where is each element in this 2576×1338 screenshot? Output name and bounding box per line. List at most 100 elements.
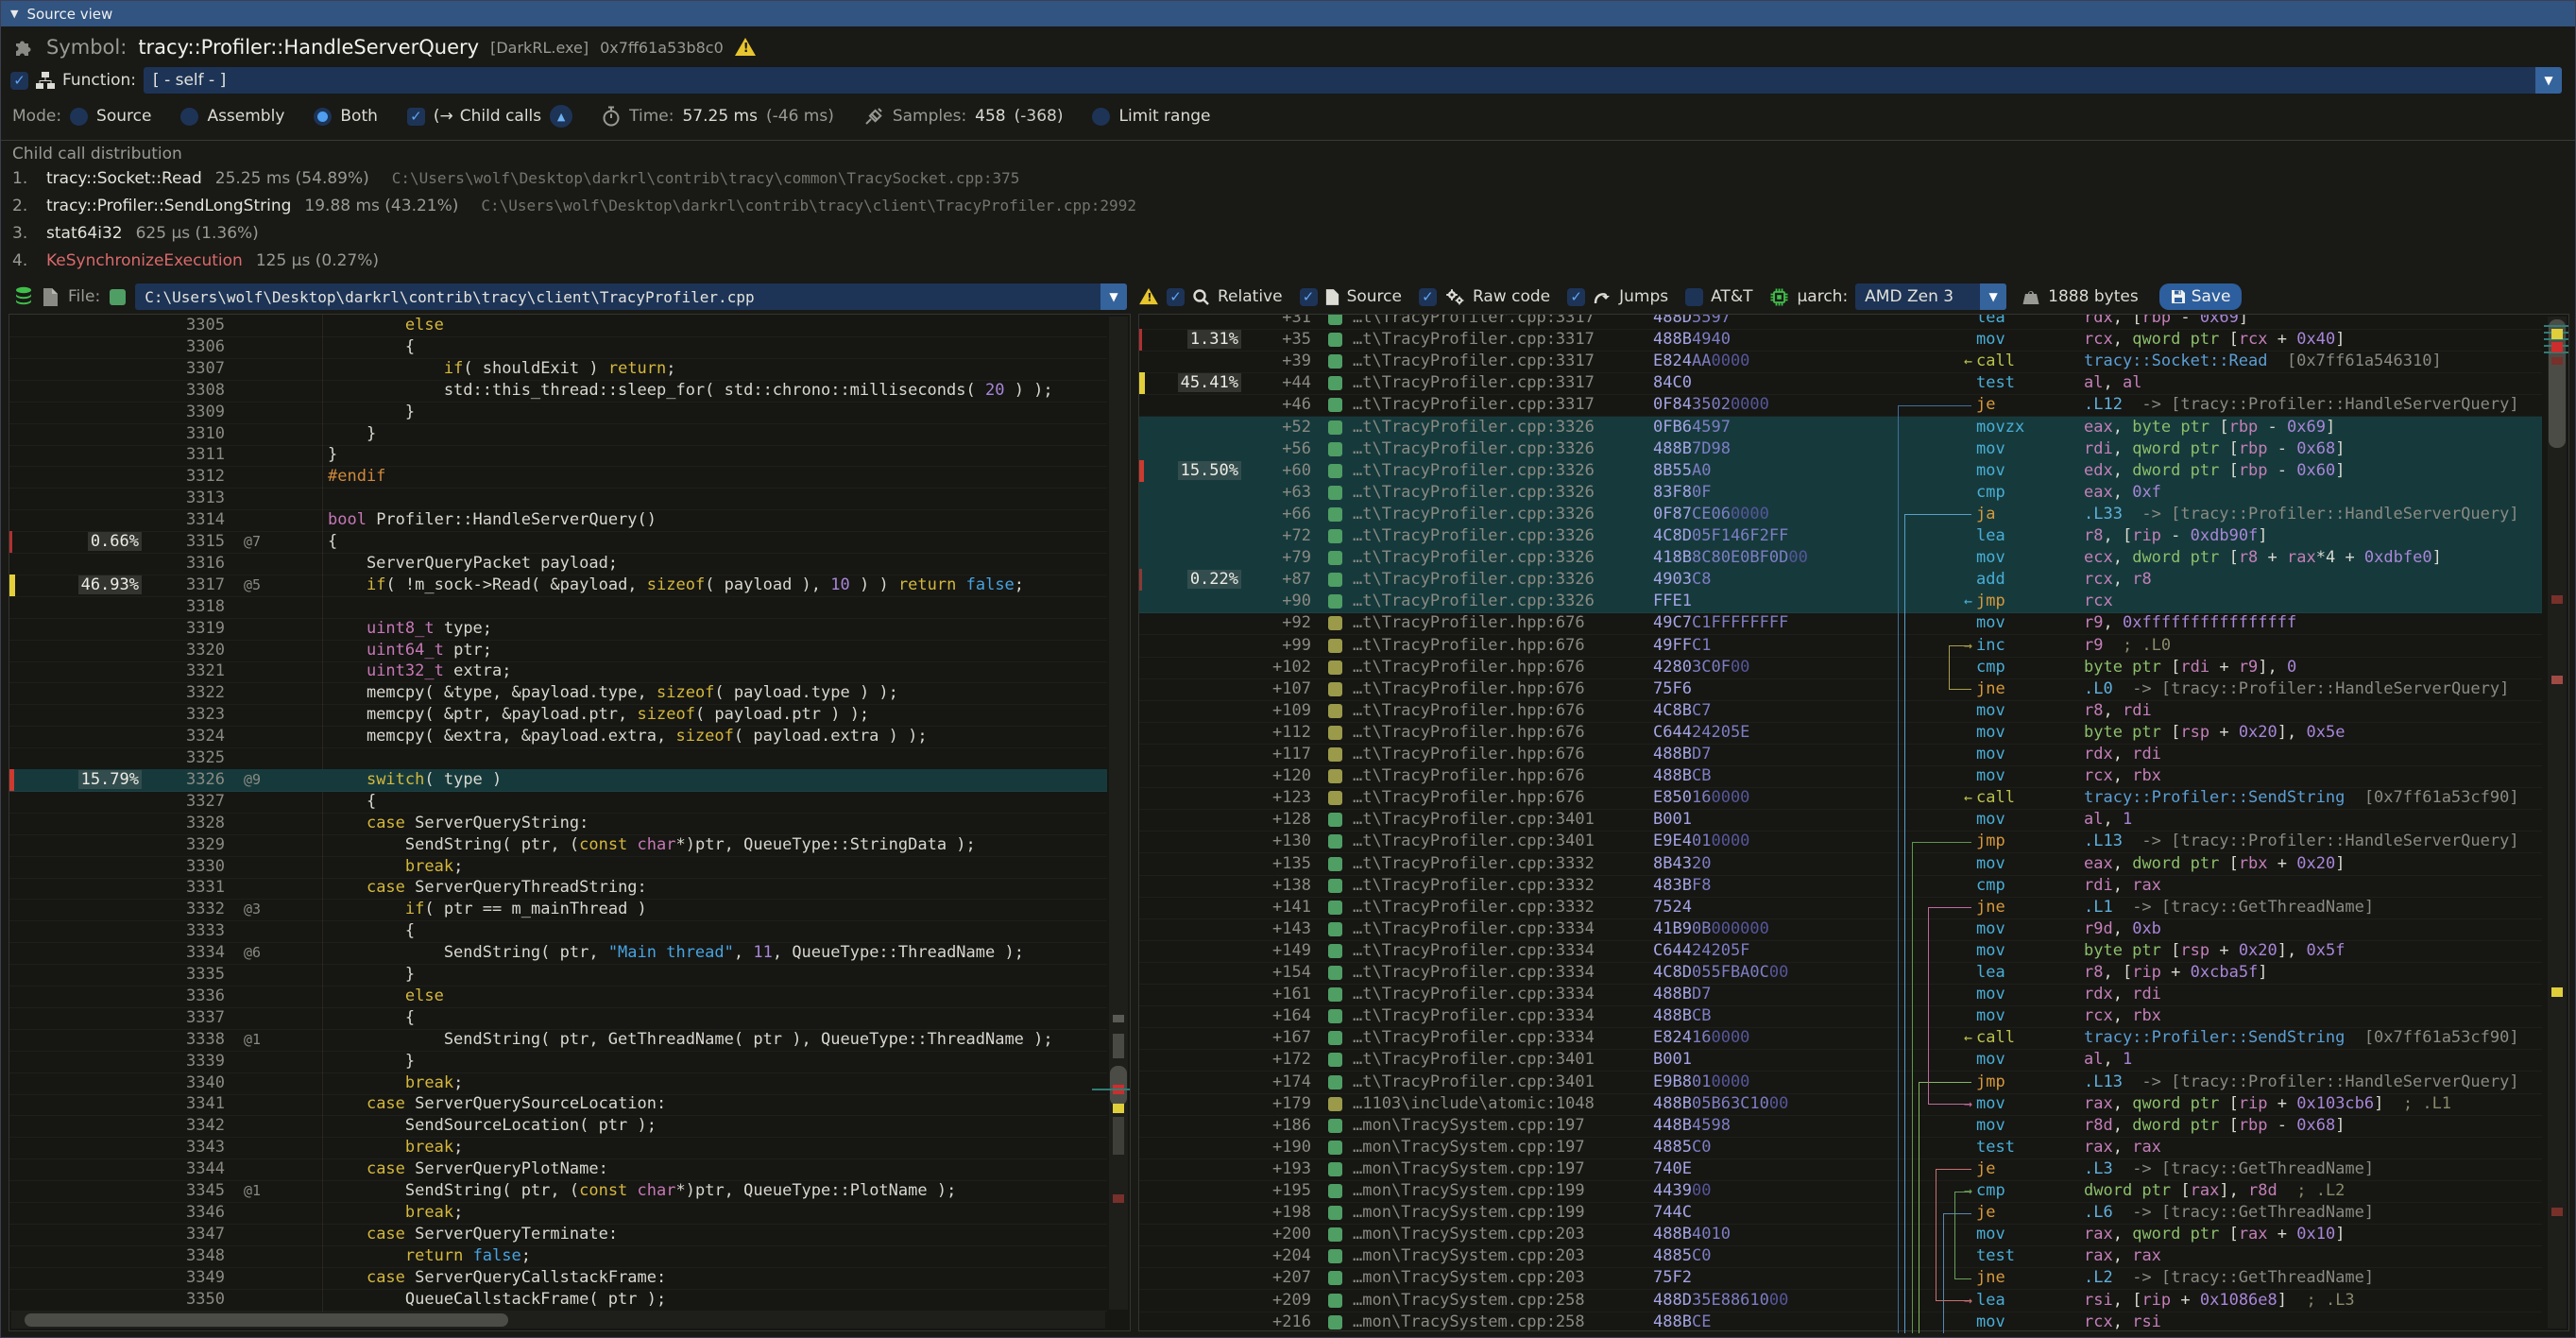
source-line-3333[interactable]: 3333 { [9, 920, 1107, 943]
asm-row-+149[interactable]: +149…t\TracyProfiler.cpp:3334C64424205Fm… [1139, 940, 2542, 963]
asm-source-location[interactable]: …t\TracyProfiler.hpp:676 [1353, 612, 1585, 633]
collapse-child-calls-button[interactable]: ▲ [550, 105, 572, 128]
asm-row-+63[interactable]: +63…t\TracyProfiler.cpp:332683F80Fcmpeax… [1139, 482, 2542, 505]
source-line-3340[interactable]: 3340 break; [9, 1072, 1107, 1095]
asm-source-location[interactable]: …t\TracyProfiler.cpp:3332 [1353, 853, 1595, 874]
asm-row-+207[interactable]: +207…mon\TracySystem.cpp:20375F2jne.L2 -… [1139, 1267, 2542, 1290]
asm-row-+35[interactable]: 1.31%+35…t\TracyProfiler.cpp:3317488B494… [1139, 329, 2542, 352]
asm-row-+200[interactable]: +200…mon\TracySystem.cpp:203488B4010movr… [1139, 1224, 2542, 1246]
asm-row-+135[interactable]: +135…t\TracyProfiler.cpp:33328B4320movea… [1139, 853, 2542, 876]
asm-source-location[interactable]: …mon\TracySystem.cpp:203 [1353, 1245, 1585, 1266]
asm-row-+56[interactable]: +56…t\TracyProfiler.cpp:3326488B7D98movr… [1139, 438, 2542, 461]
asm-row-+52[interactable]: +52…t\TracyProfiler.cpp:33260FB64597movz… [1139, 417, 2542, 439]
asm-source-location[interactable]: …t\TracyProfiler.cpp:3326 [1353, 482, 1595, 503]
asm-row-+193[interactable]: +193…mon\TracySystem.cpp:197740Eje.L3 ->… [1139, 1158, 2542, 1181]
asm-source-location[interactable]: …t\TracyProfiler.cpp:3317 [1353, 372, 1595, 393]
limit-range-label[interactable]: Limit range [1118, 107, 1210, 126]
asm-row-+102[interactable]: +102…t\TracyProfiler.hpp:67642803C0F00cm… [1139, 657, 2542, 679]
source-line-3322[interactable]: 3322 memcpy( &type, &payload.type, sizeo… [9, 682, 1107, 705]
source-checkbox[interactable]: ✓ [1300, 288, 1318, 306]
function-combo[interactable]: [ - self - ] ▼ [144, 67, 2562, 94]
child-call-item[interactable]: 2.tracy::Profiler::SendLongString19.88 m… [12, 197, 2566, 224]
asm-source-location[interactable]: …t\TracyProfiler.cpp:3334 [1353, 1005, 1595, 1026]
source-line-3324[interactable]: 3324 memcpy( &extra, &payload.extra, siz… [9, 726, 1107, 748]
source-line-3337[interactable]: 3337 { [9, 1007, 1107, 1030]
asm-row-+39[interactable]: +39…t\TracyProfiler.cpp:3317E824AA0000←c… [1139, 351, 2542, 373]
asm-row-+107[interactable]: +107…t\TracyProfiler.hpp:67675F6jne.L0 -… [1139, 678, 2542, 701]
source-line-3338[interactable]: 3338@1 SendString( ptr, GetThreadName( p… [9, 1029, 1107, 1052]
source-line-3330[interactable]: 3330 break; [9, 856, 1107, 879]
assembly-view[interactable]: +31…t\TracyProfiler.cpp:3317488D5597lear… [1138, 314, 2569, 1331]
raw-code-checkbox[interactable]: ✓ [1419, 288, 1437, 306]
function-checkbox[interactable]: ✓ [10, 72, 28, 90]
source-line-3313[interactable]: 3313 [9, 488, 1107, 510]
asm-source-location[interactable]: …t\TracyProfiler.cpp:3326 [1353, 591, 1595, 611]
asm-row-+128[interactable]: +128…t\TracyProfiler.cpp:3401B001moval, … [1139, 809, 2542, 832]
asm-source-location[interactable]: …t\TracyProfiler.cpp:3326 [1353, 460, 1595, 481]
raw-code-label[interactable]: Raw code [1473, 287, 1550, 306]
asm-row-+190[interactable]: +190…mon\TracySystem.cpp:1974885C0testra… [1139, 1137, 2542, 1159]
source-line-3345[interactable]: 3345@1 SendString( ptr, (const char*)ptr… [9, 1180, 1107, 1203]
scrollbar-thumb[interactable] [25, 1313, 508, 1327]
source-line-3349[interactable]: 3349 case ServerQueryCallstackFrame: [9, 1267, 1107, 1290]
source-line-3310[interactable]: 3310 } [9, 423, 1107, 446]
asm-source-location[interactable]: …t\TracyProfiler.cpp:3334 [1353, 1027, 1595, 1048]
asm-source-location[interactable]: …t\TracyProfiler.cpp:3326 [1353, 547, 1595, 568]
att-checkbox[interactable]: ✓ [1685, 288, 1703, 306]
assembly-vertical-scrollbar[interactable] [2548, 317, 2567, 1329]
asm-source-location[interactable]: …t\TracyProfiler.cpp:3326 [1353, 569, 1595, 590]
source-line-3320[interactable]: 3320 uint64_t ptr; [9, 640, 1107, 662]
asm-row-+117[interactable]: +117…t\TracyProfiler.hpp:676488BD7movrdx… [1139, 744, 2542, 766]
source-line-3305[interactable]: 3305 else [9, 315, 1107, 337]
asm-row-+209[interactable]: +209…mon\TracySystem.cpp:258488D35E88610… [1139, 1290, 2542, 1312]
source-line-3347[interactable]: 3347 case ServerQueryTerminate: [9, 1224, 1107, 1246]
relative-label[interactable]: Relative [1218, 287, 1283, 306]
chevron-down-icon[interactable]: ▼ [2535, 67, 2562, 94]
asm-source-location[interactable]: …t\TracyProfiler.cpp:3334 [1353, 984, 1595, 1004]
asm-row-+179[interactable]: +179…1103\include\atomic:1048488B05B63C1… [1139, 1093, 2542, 1116]
child-calls-label[interactable]: Child calls [460, 107, 541, 126]
radio-source[interactable] [70, 108, 88, 126]
asm-source-location[interactable]: …t\TracyProfiler.hpp:676 [1353, 657, 1585, 678]
asm-source-location[interactable]: …t\TracyProfiler.cpp:3334 [1353, 940, 1595, 961]
chevron-down-icon[interactable]: ▼ [1100, 283, 1127, 310]
asm-row-+154[interactable]: +154…t\TracyProfiler.cpp:33344C8D055FBA0… [1139, 962, 2542, 985]
source-line-3309[interactable]: 3309 } [9, 402, 1107, 424]
asm-row-+138[interactable]: +138…t\TracyProfiler.cpp:3332483BF8cmprd… [1139, 875, 2542, 898]
uarch-combo[interactable]: AMD Zen 3 ▼ [1855, 283, 2006, 310]
att-label[interactable]: AT&T [1711, 287, 1752, 306]
asm-source-location[interactable]: …t\TracyProfiler.cpp:3332 [1353, 875, 1595, 896]
asm-row-+198[interactable]: +198…mon\TracySystem.cpp:199744Cje.L6 ->… [1139, 1202, 2542, 1225]
asm-row-+92[interactable]: +92…t\TracyProfiler.hpp:67649C7C1FFFFFFF… [1139, 612, 2542, 635]
source-line-3341[interactable]: 3341 case ServerQuerySourceLocation: [9, 1093, 1107, 1116]
asm-source-location[interactable]: …t\TracyProfiler.hpp:676 [1353, 765, 1585, 786]
asm-source-location[interactable]: …mon\TracySystem.cpp:199 [1353, 1180, 1585, 1201]
source-code-view[interactable]: 3305 else3306 {3307 if( shouldExit ) ret… [9, 314, 1131, 1331]
child-call-item[interactable]: 3.stat64i32625 μs (1.36%) [12, 224, 2566, 251]
source-line-3316[interactable]: 3316 ServerQueryPacket payload; [9, 553, 1107, 575]
asm-row-+90[interactable]: +90…t\TracyProfiler.cpp:3326FFE1←jmprcx [1139, 591, 2542, 613]
asm-row-+143[interactable]: +143…t\TracyProfiler.cpp:333441B90B00000… [1139, 918, 2542, 941]
asm-source-location[interactable]: …mon\TracySystem.cpp:199 [1353, 1202, 1585, 1223]
asm-row-+87[interactable]: 0.22%+87…t\TracyProfiler.cpp:33264903C8a… [1139, 569, 2542, 592]
asm-row-+161[interactable]: +161…t\TracyProfiler.cpp:3334488BD7movrd… [1139, 984, 2542, 1006]
radio-assembly-label[interactable]: Assembly [207, 107, 284, 126]
source-line-3325[interactable]: 3325 [9, 747, 1107, 770]
asm-source-location[interactable]: …mon\TracySystem.cpp:258 [1353, 1312, 1585, 1330]
source-line-3332[interactable]: 3332@3 if( ptr == m_mainThread ) [9, 899, 1107, 921]
source-line-3321[interactable]: 3321 uint32_t extra; [9, 660, 1107, 683]
source-line-3336[interactable]: 3336 else [9, 986, 1107, 1008]
source-line-3339[interactable]: 3339 } [9, 1051, 1107, 1073]
asm-source-location[interactable]: …t\TracyProfiler.cpp:3317 [1353, 351, 1595, 371]
source-line-3334[interactable]: 3334@6 SendString( ptr, "Main thread", 1… [9, 942, 1107, 965]
asm-source-location[interactable]: …t\TracyProfiler.cpp:3326 [1353, 438, 1595, 459]
source-vertical-scrollbar[interactable] [1109, 317, 1128, 1310]
asm-source-location[interactable]: …t\TracyProfiler.hpp:676 [1353, 678, 1585, 699]
relative-checkbox[interactable]: ✓ [1167, 288, 1185, 306]
asm-source-location[interactable]: …t\TracyProfiler.cpp:3332 [1353, 897, 1595, 918]
asm-row-+72[interactable]: +72…t\TracyProfiler.cpp:33264C8D05F146F2… [1139, 525, 2542, 548]
radio-assembly[interactable] [180, 108, 198, 126]
asm-row-+172[interactable]: +172…t\TracyProfiler.cpp:3401B001moval, … [1139, 1049, 2542, 1072]
asm-source-location[interactable]: …t\TracyProfiler.hpp:676 [1353, 787, 1585, 808]
asm-row-+186[interactable]: +186…mon\TracySystem.cpp:197448B4598movr… [1139, 1115, 2542, 1138]
